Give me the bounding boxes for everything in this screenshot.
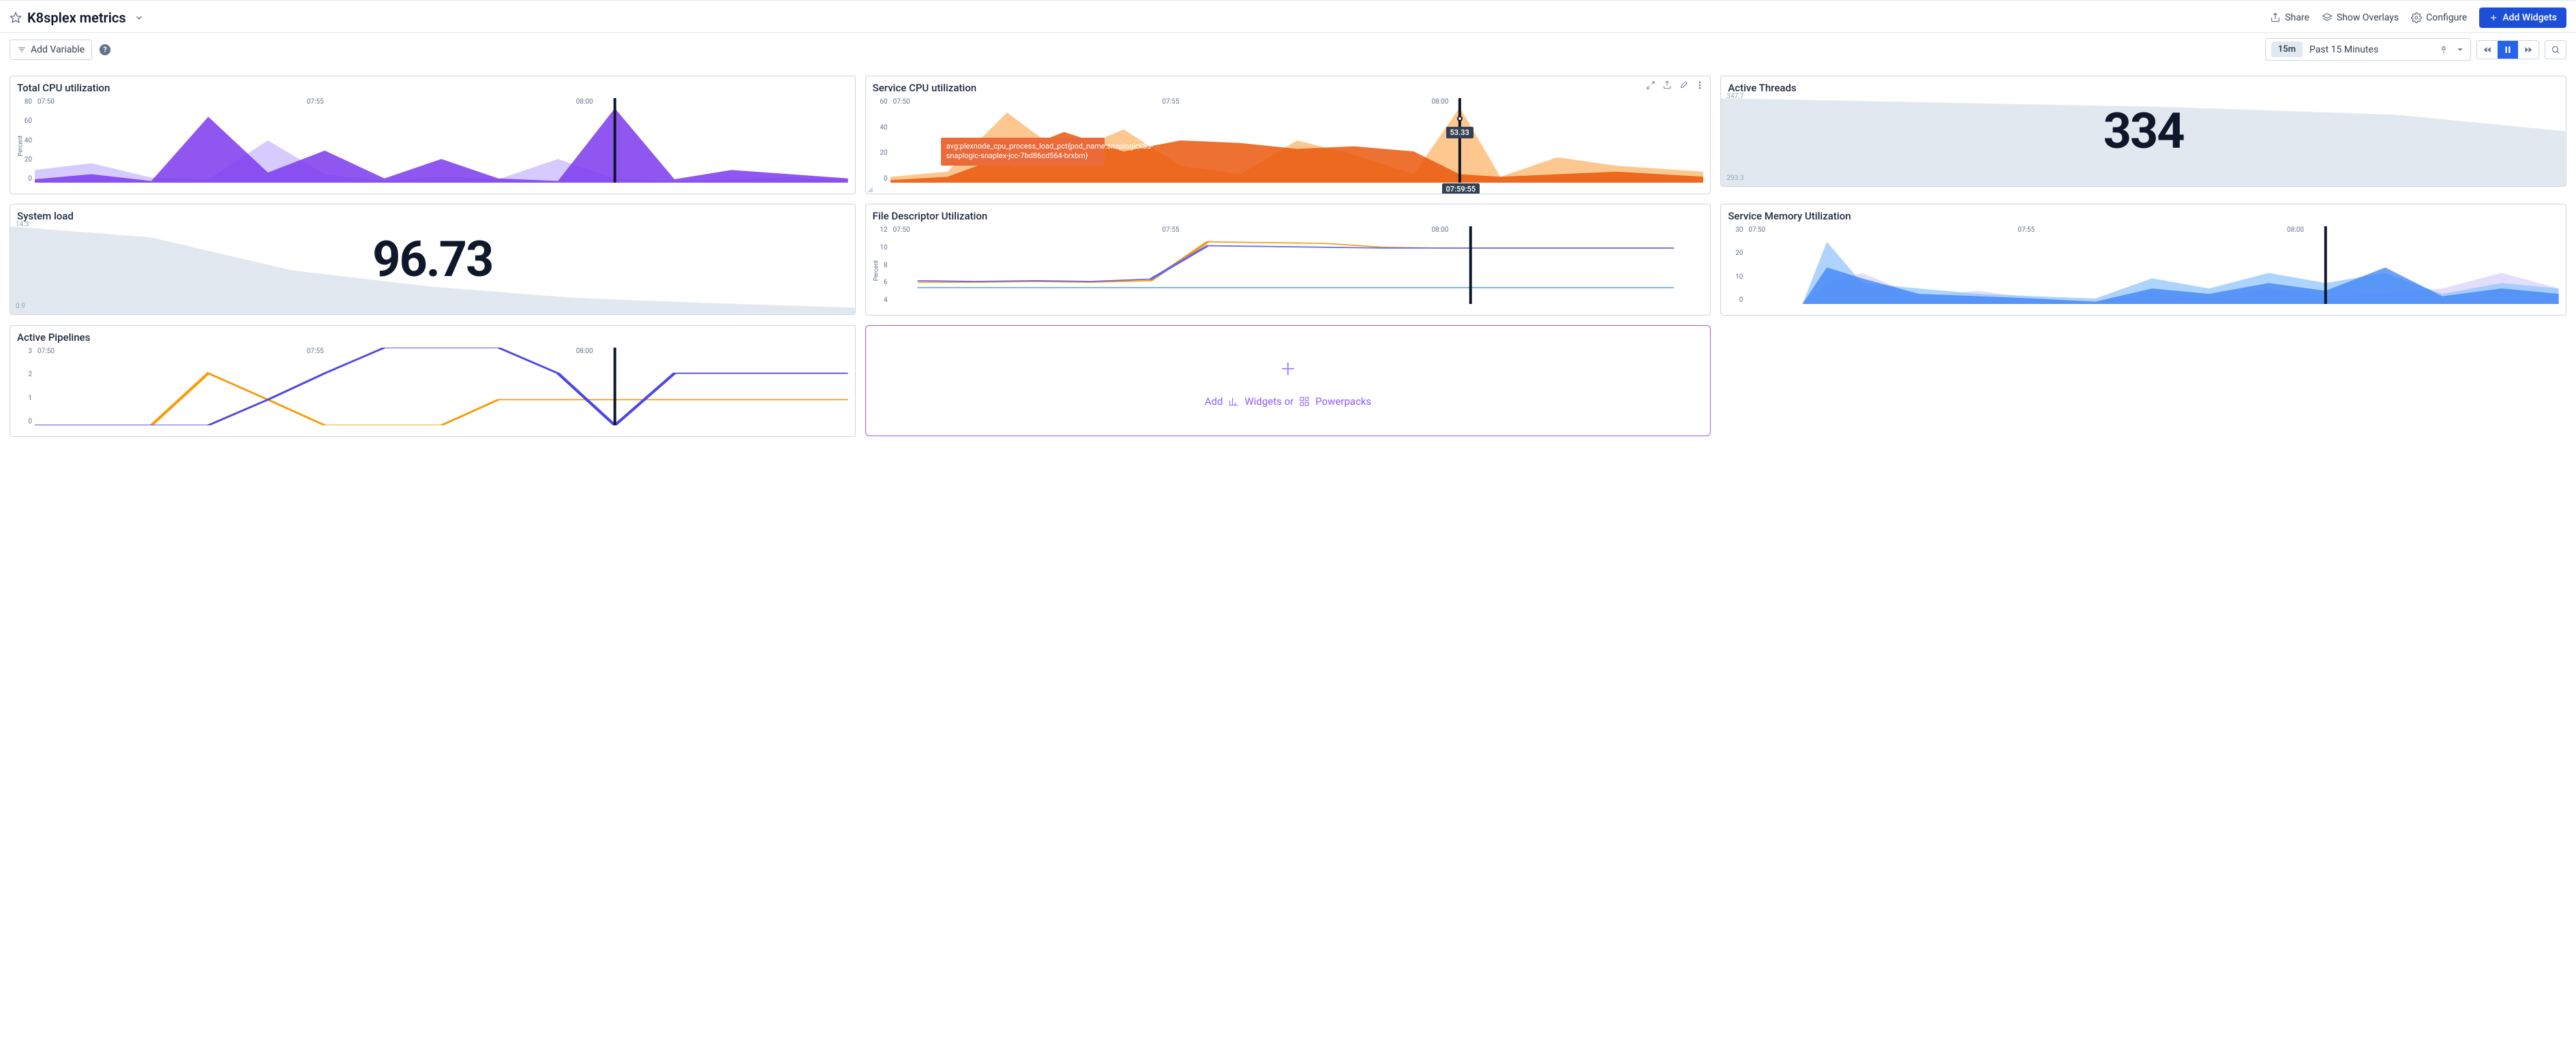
panel-fd-util[interactable]: File Descriptor Utilization Percent 1210…	[865, 204, 1711, 316]
pause-button[interactable]	[2498, 41, 2518, 59]
panel-title: Service Memory Utilization	[1721, 204, 2566, 225]
time-range-label: Past 15 Minutes	[2309, 44, 2432, 55]
dashboard-grid: Total CPU utilization Percent 806040200 …	[0, 66, 2576, 446]
panel-mem-util[interactable]: Service Memory Utilization 3020100 07:50…	[1720, 204, 2566, 316]
tooltip-value: 53.33	[1446, 127, 1473, 138]
big-number: 334	[1721, 76, 2566, 186]
placeholder-widgets: Widgets or	[1244, 395, 1293, 408]
y-axis: 3020100	[1722, 226, 1743, 304]
placeholder-add: Add	[1205, 395, 1223, 408]
tooltip-marker	[1457, 116, 1463, 121]
panel-active-threads[interactable]: Active Threads 347.7 293.3 334	[1720, 76, 2566, 187]
show-overlays-button[interactable]: Show Overlays	[2322, 12, 2399, 23]
pin-icon[interactable]	[2439, 45, 2448, 55]
y-axis: 6040200	[867, 98, 888, 183]
time-pill[interactable]: 15m	[2271, 42, 2303, 57]
chart-plot	[35, 348, 848, 425]
dashboard-header: K8splex metrics Share Show Overlays Conf…	[0, 0, 2576, 33]
share-button[interactable]: Share	[2270, 12, 2309, 23]
chart-plot	[890, 226, 1704, 304]
filter-icon	[17, 45, 27, 55]
placeholder-powerpacks: Powerpacks	[1315, 395, 1371, 408]
search-icon	[2551, 45, 2560, 55]
y-axis: 806040200	[12, 98, 32, 183]
panel-active-pipelines[interactable]: Active Pipelines 3210 07:5007:5508:00	[10, 325, 856, 437]
svg-text:?: ?	[103, 45, 106, 54]
dashboard-title: K8splex metrics	[27, 10, 126, 26]
resize-handle[interactable]	[867, 187, 873, 192]
dashboard-subheader: Add Variable ? 15m Past 15 Minutes	[0, 33, 2576, 66]
chart-icon	[1228, 396, 1239, 407]
panel-system-load[interactable]: System load 14.3 0.9 96.73	[10, 204, 856, 315]
y-axis: 1210864	[867, 226, 888, 304]
export-icon[interactable]	[1662, 80, 1672, 90]
tooltip-time: 07:59:55	[1442, 183, 1480, 194]
caret-down-icon[interactable]	[2455, 45, 2465, 55]
expand-icon[interactable]	[1646, 80, 1656, 90]
edit-icon[interactable]	[1679, 80, 1688, 90]
search-button[interactable]	[2545, 40, 2566, 59]
panel-title: Service CPU utilization	[866, 76, 1711, 97]
add-widgets-button[interactable]: Add Widgets	[2479, 7, 2566, 28]
chart-plot	[35, 98, 848, 183]
configure-button[interactable]: Configure	[2411, 12, 2467, 23]
panel-title: Total CPU utilization	[10, 76, 855, 97]
y-axis: 3210	[12, 348, 32, 425]
powerpack-icon	[1299, 396, 1310, 407]
chart-plot	[1746, 226, 2559, 304]
forward-button[interactable]	[2518, 41, 2538, 59]
overlays-icon	[2322, 12, 2333, 23]
plus-icon	[2489, 13, 2498, 22]
panel-actions	[1646, 80, 1705, 90]
big-number: 96.73	[10, 204, 855, 314]
star-icon[interactable]	[10, 12, 22, 24]
tooltip-metric: avg:plexnode_cpu_process_load_pct{pod_na…	[941, 138, 1105, 166]
chevron-down-icon[interactable]	[134, 13, 144, 22]
panel-total-cpu[interactable]: Total CPU utilization Percent 806040200 …	[10, 76, 856, 194]
time-range-selector[interactable]: 15m Past 15 Minutes	[2265, 38, 2471, 61]
plus-icon: +	[1281, 354, 1295, 383]
panel-title: File Descriptor Utilization	[866, 204, 1711, 225]
add-variable-button[interactable]: Add Variable	[10, 40, 92, 60]
playback-controls	[2476, 40, 2539, 59]
rewind-button[interactable]	[2477, 41, 2498, 59]
more-icon[interactable]	[1695, 80, 1705, 90]
share-icon	[2270, 12, 2281, 23]
add-widget-placeholder[interactable]: + Add Widgets or Powerpacks	[865, 325, 1711, 436]
gear-icon	[2411, 12, 2422, 23]
panel-service-cpu[interactable]: Service CPU utilization 6040200 53.33 av…	[865, 76, 1711, 194]
help-icon[interactable]: ?	[99, 44, 111, 56]
panel-title: Active Pipelines	[10, 326, 855, 346]
